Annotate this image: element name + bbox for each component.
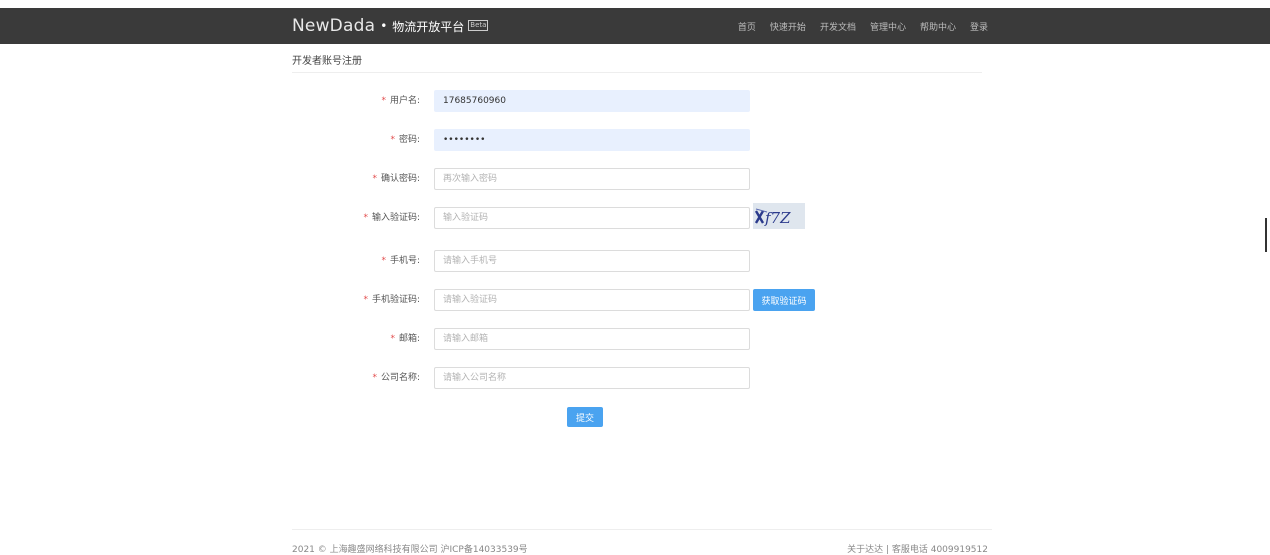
nav-admin-center[interactable]: 管理中心 [870, 20, 906, 33]
username-label: * 用户名: [381, 96, 420, 106]
footer-copyright: 2021 © 上海趣盛网络科技有限公司 沪ICP备14033539号 [292, 545, 528, 555]
top-navbar: NewDada • 物流开放平台 Beta 首页 快速开始 开发文档 管理中心 … [0, 8, 1270, 44]
phone-input[interactable] [434, 250, 750, 272]
sms-code-label: * 手机验证码: [363, 295, 420, 305]
footer-contact[interactable]: 关于达达 | 客服电话 4009919512 [847, 542, 988, 555]
nav-login[interactable]: 登录 [970, 20, 988, 33]
title-divider [292, 72, 982, 73]
captcha-label: * 输入验证码: [363, 213, 420, 223]
company-row: * 公司名称: [0, 367, 1270, 389]
brand-separator: • [380, 19, 388, 33]
captcha-input[interactable] [434, 207, 750, 229]
phone-row: * 手机号: [0, 250, 1270, 272]
email-row: * 邮箱: [0, 328, 1270, 350]
confirm-password-label: * 确认密码: [372, 174, 420, 184]
page-title: 开发者账号注册 [292, 56, 362, 67]
brand[interactable]: NewDada • 物流开放平台 Beta [292, 8, 489, 44]
captcha-graphic: f7Z [754, 208, 791, 227]
sms-code-input[interactable] [434, 289, 750, 311]
company-input[interactable] [434, 367, 750, 389]
scrollbar-thumb[interactable] [1265, 218, 1267, 252]
nav-dev-docs[interactable]: 开发文档 [820, 20, 856, 33]
captcha-row: *输入验证码: f7Z [0, 203, 1270, 229]
confirm-password-row: * 确认密码: [0, 168, 1270, 190]
nav-quick-start[interactable]: 快速开始 [770, 20, 806, 33]
captcha-image[interactable]: f7Z [753, 203, 805, 229]
brand-logo: NewDada [292, 16, 376, 36]
get-sms-code-button[interactable]: 获取验证码 [753, 289, 815, 311]
footer-divider [292, 529, 992, 530]
nav-help-center[interactable]: 帮助中心 [920, 20, 956, 33]
beta-badge: Beta [468, 19, 489, 31]
password-row: * 密码: [0, 129, 1270, 151]
password-label: * 密码: [390, 135, 420, 145]
email-input[interactable] [434, 328, 750, 350]
username-input[interactable] [434, 90, 750, 112]
phone-label: * 手机号: [381, 256, 420, 266]
confirm-password-input[interactable] [434, 168, 750, 190]
username-row: * 用户名: [0, 90, 1270, 112]
main-nav: 首页 快速开始 开发文档 管理中心 帮助中心 登录 [738, 8, 988, 44]
company-label: * 公司名称: [372, 373, 420, 383]
submit-button[interactable]: 提交 [567, 407, 603, 427]
nav-home[interactable]: 首页 [738, 20, 756, 33]
password-input[interactable] [434, 129, 750, 151]
brand-subtitle: 物流开放平台 [392, 19, 465, 34]
svg-text:f7Z: f7Z [764, 209, 791, 227]
sms-code-row: *手机验证码: 获取验证码 [0, 289, 1270, 311]
email-label: * 邮箱: [390, 334, 420, 344]
